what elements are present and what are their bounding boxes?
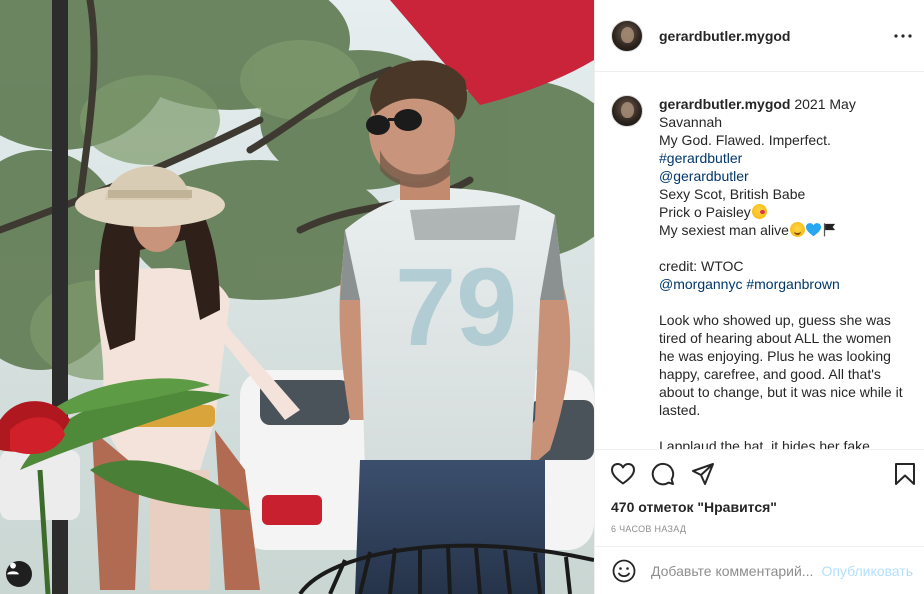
caption-line: Savannah [659,114,723,130]
svg-text:79: 79 [395,246,517,369]
avatar[interactable] [611,19,643,52]
caption-line: My God. Flawed. Imperfect. [659,132,831,148]
comment-input[interactable] [651,562,816,579]
post-header: gerardbutler.mygod [595,0,924,72]
black-flag-emoji-icon [823,223,836,237]
more-options-button[interactable] [893,26,913,46]
save-button[interactable] [893,462,917,486]
caption-username[interactable]: gerardbutler.mygod [659,96,790,112]
caption-first-line: 2021 May [790,96,856,112]
share-button[interactable] [691,462,715,486]
comment-button[interactable] [651,462,675,486]
comments-section[interactable]: gerardbutler.mygod 2021 May Savannah My … [595,73,924,449]
post-caption: gerardbutler.mygod 2021 May Savannah My … [611,95,909,449]
publish-comment-button[interactable]: Опубликовать [821,563,913,579]
credit-text: credit: WTOC [659,258,744,274]
heart-icon [611,463,635,485]
hashtag-link[interactable]: #gerardbutler [659,149,909,167]
smile-emoji-icon [789,222,805,237]
mention-link[interactable]: @morgannyc [659,276,742,292]
add-comment-bar: Опубликовать [595,546,924,594]
hashtag-link[interactable]: #morganbrown [746,276,839,292]
caption-line: My sexiest man alive [659,222,789,238]
mention-link[interactable]: @gerardbutler [659,167,909,185]
action-icons-row [611,450,915,498]
blue-heart-emoji-icon [805,223,821,237]
tagged-users-button[interactable] [6,561,32,587]
caption-line: Prick o Paisley [659,204,751,220]
likes-count[interactable]: 470 отметок "Нравится" [611,498,909,516]
caption-avatar[interactable] [611,95,643,127]
bookmark-icon [895,463,915,485]
post-photo-illustration: 79 [0,0,594,594]
post-actions: 470 отметок "Нравится" 6 часов назад [595,449,924,546]
caption-cutoff-line: I applaud the hat, it hides her fake [659,438,870,449]
caption-paragraph: Look who showed up, guess she was tired … [659,312,903,418]
header-username[interactable]: gerardbutler.mygod [659,28,790,44]
caption-line: Sexy Scot, British Babe [659,186,806,202]
smiley-icon [612,559,636,582]
post-photo[interactable]: 79 [0,0,594,594]
post-timestamp[interactable]: 6 часов назад [611,524,909,534]
share-icon [692,463,714,485]
emoji-picker-button[interactable] [611,558,637,584]
more-horizontal-icon [894,34,912,38]
like-button[interactable] [611,462,635,486]
comment-icon [651,462,675,486]
post-side-panel: gerardbutler.mygod gerardbutler.mygod 20… [594,0,924,594]
kiss-emoji-icon [751,204,767,219]
user-tag-icon [7,562,19,575]
caption-body: gerardbutler.mygod 2021 May Savannah My … [659,95,909,449]
